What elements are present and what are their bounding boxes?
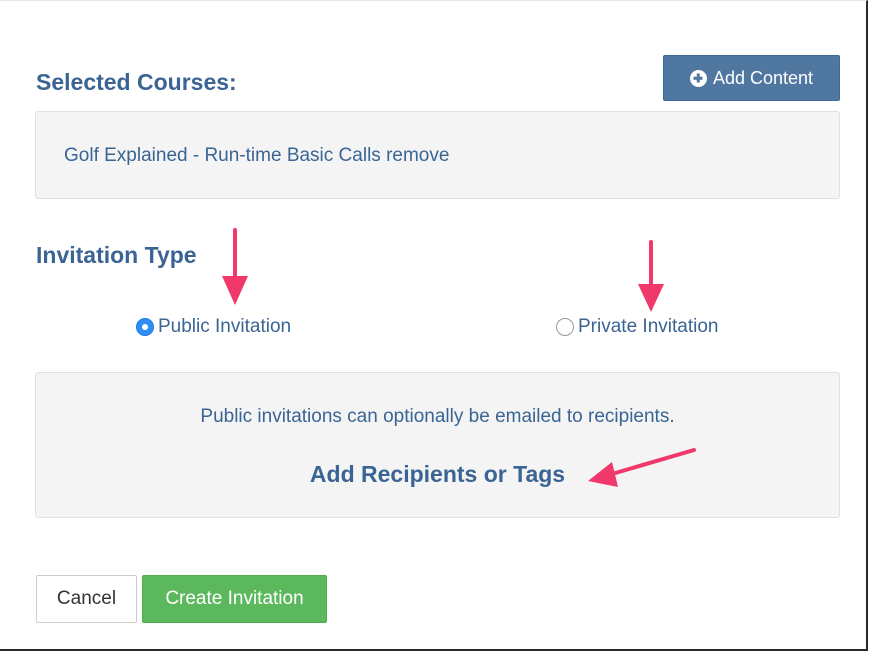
plus-circle-icon <box>689 69 707 87</box>
public-invitation-option[interactable]: Public Invitation <box>136 316 291 338</box>
private-invitation-radio[interactable] <box>556 318 574 336</box>
invitation-type-title: Invitation Type <box>36 242 197 268</box>
course-name: Golf Explained - Run-time Basic Calls <box>64 145 381 166</box>
add-content-button[interactable]: Add Content <box>663 55 840 101</box>
invitation-info-panel: Public invitations can optionally be ema… <box>35 372 840 518</box>
add-content-label: Add Content <box>712 67 814 88</box>
invitation-info-text: Public invitations can optionally be ema… <box>200 406 675 427</box>
selected-courses-panel: Golf Explained - Run-time Basic Calls re… <box>35 111 840 199</box>
cancel-button[interactable]: Cancel <box>36 575 137 623</box>
public-invitation-radio[interactable] <box>136 318 154 336</box>
create-invitation-modal: Selected Courses: Add Content Golf Expla… <box>0 0 868 651</box>
course-item: Golf Explained - Run-time Basic Calls re… <box>64 145 449 167</box>
public-invitation-label: Public Invitation <box>158 316 292 337</box>
private-invitation-label: Private Invitation <box>578 316 719 337</box>
remove-course-link[interactable]: remove <box>386 145 449 166</box>
private-invitation-option[interactable]: Private Invitation <box>556 316 718 338</box>
create-invitation-button[interactable]: Create Invitation <box>142 575 327 623</box>
add-recipients-link[interactable]: Add Recipients or Tags <box>36 461 839 488</box>
selected-courses-title: Selected Courses: <box>36 69 237 95</box>
